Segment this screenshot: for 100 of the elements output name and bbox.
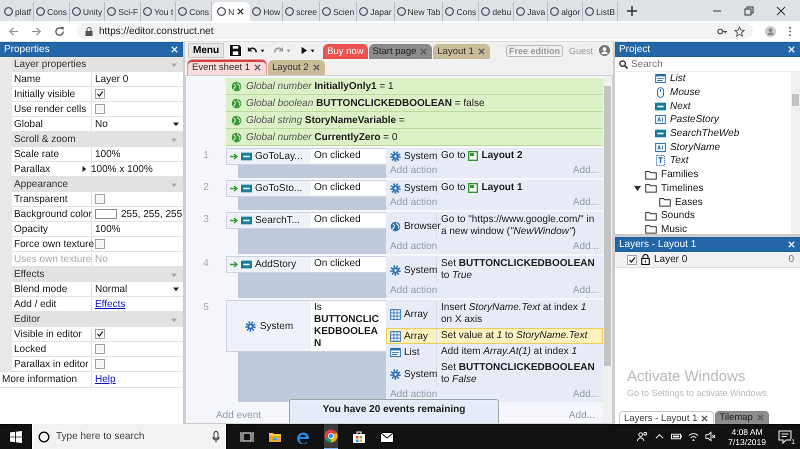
new-tab-icon[interactable]	[626, 5, 638, 17]
checkbox[interactable]	[95, 344, 105, 354]
condition-row[interactable]: GoToSto... On clicked	[226, 180, 386, 197]
editor-tab[interactable]: Layout 2	[268, 60, 325, 75]
tree-item[interactable]: PasteStory	[615, 113, 791, 127]
star-icon[interactable]	[734, 26, 745, 36]
edge-icon[interactable]	[296, 430, 310, 444]
checkbox[interactable]	[627, 254, 637, 264]
search-field[interactable]: Search	[631, 58, 800, 70]
tree-item[interactable]: Timelines	[615, 182, 791, 196]
section-header[interactable]: Layer properties	[12, 57, 183, 72]
editor-tab[interactable]: Layout 1	[433, 44, 490, 59]
editor-tab[interactable]: Start page	[368, 44, 432, 59]
property-label: Add / edit	[12, 297, 92, 311]
property-value[interactable]: 100%	[92, 147, 183, 161]
object-name: System	[260, 320, 294, 332]
close-icon[interactable]	[776, 6, 786, 16]
more-icon[interactable]	[788, 26, 792, 36]
tree-item[interactable]: SearchTheWeb	[615, 126, 791, 140]
action-row[interactable]: System Go to Layout 1	[386, 180, 603, 196]
tree-item[interactable]: Music	[615, 222, 791, 234]
people-icon[interactable]	[637, 431, 648, 442]
condition-row[interactable]: GoToLay... On clicked	[226, 148, 386, 165]
scrollbar-thumb[interactable]	[792, 94, 799, 106]
action-row[interactable]: List Add item Array.At(1) at index 1	[386, 344, 603, 360]
color-swatch[interactable]	[95, 209, 117, 219]
tree-item[interactable]: List	[615, 72, 791, 86]
help-link[interactable]: Help	[95, 374, 116, 385]
property-value[interactable]: 100%	[92, 222, 183, 236]
volume-muted-icon[interactable]	[705, 431, 716, 442]
browser-tab[interactable]: N	[212, 2, 250, 21]
global-variable-row[interactable]: Global number InitiallyOnly1 = 1	[226, 78, 603, 95]
global-variable-row[interactable]: Global boolean BUTTONCLICKEDBOOLEAN = false	[226, 95, 603, 112]
user-icon[interactable]	[599, 45, 610, 56]
dropdown-field[interactable]: No	[92, 117, 183, 131]
key-icon[interactable]	[717, 26, 728, 36]
tree-item[interactable]: StoryName	[615, 140, 791, 154]
tree-item[interactable]: Families	[615, 168, 791, 182]
folder-icon	[645, 183, 657, 194]
tree-item[interactable]: Next	[615, 99, 791, 114]
checkbox[interactable]	[95, 239, 105, 249]
wifi-icon[interactable]	[688, 431, 700, 442]
expand-arrow-icon[interactable]	[634, 184, 641, 192]
checkbox[interactable]	[95, 329, 105, 339]
panel-title: Layers - Layout 1	[619, 239, 696, 250]
trigger-arrow-icon	[230, 261, 238, 268]
section-header[interactable]: Editor	[12, 312, 183, 327]
action-row[interactable]: Array Insert StoryName.Text at index 1 on X axis	[386, 300, 603, 328]
panel-tab[interactable]: Layers - Layout 1	[619, 411, 714, 424]
dropdown-field[interactable]: Normal	[92, 282, 183, 296]
battery-icon[interactable]	[671, 431, 682, 442]
menu-button[interactable]: Menu	[188, 43, 224, 58]
close-icon[interactable]	[236, 7, 246, 16]
save-icon[interactable]	[230, 45, 242, 56]
reload-icon[interactable]	[54, 26, 65, 36]
tree-item[interactable]: Text	[615, 154, 791, 168]
close-icon[interactable]	[253, 63, 262, 72]
lock-icon[interactable]	[641, 254, 650, 265]
layer-row[interactable]: Layer 0 0	[615, 252, 800, 268]
restore-icon[interactable]	[744, 6, 754, 16]
windows-icon[interactable]	[10, 430, 22, 442]
search-field[interactable]: Type here to search	[32, 424, 226, 449]
forward-icon[interactable]	[31, 26, 42, 36]
checkbox[interactable]	[95, 104, 105, 114]
condition-row[interactable]: AddStory On clicked	[226, 256, 386, 273]
global-variable-row[interactable]: Global string StoryNameVariable =	[226, 112, 603, 129]
address-bar[interactable]: https://editor.construct.net	[77, 23, 753, 39]
condition-row[interactable]: System Is BUTTONCLICKEDBOOLEAN	[226, 300, 386, 352]
action-row[interactable]: System Set BUTTONCLICKEDBOOLEAN to True	[386, 256, 603, 284]
editor-tab[interactable]: Event sheet 1	[187, 59, 268, 75]
tree-item[interactable]: Sounds	[615, 208, 791, 223]
checkbox[interactable]	[95, 89, 105, 99]
property-link[interactable]: Effects	[95, 298, 126, 310]
section-header[interactable]: Appearance	[12, 177, 183, 192]
tree-item[interactable]: Mouse	[615, 86, 791, 100]
section-header[interactable]: Scroll & zoom	[12, 132, 183, 147]
property-value[interactable]: Layer 0	[92, 72, 183, 86]
action-row[interactable]: System Go to Layout 2	[386, 148, 603, 164]
property-label: Global	[12, 117, 92, 131]
global-variable-row[interactable]: Global number CurrentlyZero = 0	[226, 129, 603, 146]
action-row[interactable]: Array Set value at 1 to StoryName.Text	[386, 328, 603, 344]
microphone-icon[interactable]	[212, 430, 220, 442]
store-icon[interactable]	[352, 430, 366, 444]
condition-row[interactable]: SearchT... On clicked	[226, 212, 386, 229]
chrome-icon[interactable]	[324, 424, 338, 449]
checkbox[interactable]	[95, 194, 105, 204]
notification-icon[interactable]	[778, 430, 792, 444]
checkbox[interactable]	[95, 359, 105, 369]
scrollbar-thumb[interactable]	[604, 86, 611, 366]
avatar-icon[interactable]	[765, 26, 776, 36]
task-view-icon[interactable]	[240, 430, 254, 444]
play-icon[interactable]	[299, 45, 318, 56]
action-row[interactable]: BrowserGo to "https://www.google.com/" in a new window ("NewWindow")	[386, 212, 603, 240]
panel-tab[interactable]: Tilemap	[715, 411, 769, 424]
close-icon[interactable]	[700, 414, 710, 422]
section-header[interactable]: Effects	[12, 267, 183, 282]
back-icon[interactable]	[8, 26, 19, 36]
clock[interactable]: 4:08 AM 7/13/2019	[728, 426, 766, 446]
tree-item[interactable]: Eases	[615, 195, 791, 209]
action-row[interactable]: System Set BUTTONCLICKEDBOOLEAN to False	[386, 360, 603, 388]
